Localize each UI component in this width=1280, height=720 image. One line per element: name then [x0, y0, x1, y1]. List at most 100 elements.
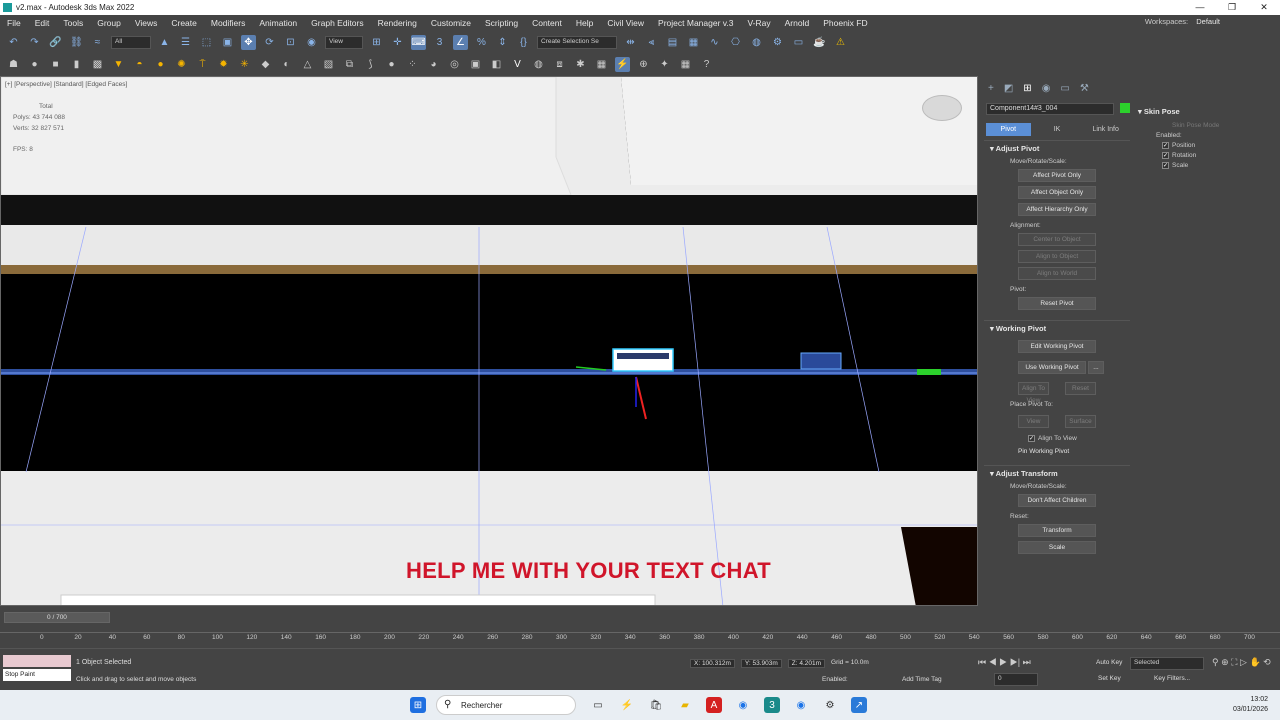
- center-to-object-button[interactable]: Center to Object: [1018, 233, 1096, 246]
- phoenix-icon[interactable]: ⚡: [615, 56, 630, 72]
- schematic-icon[interactable]: ⎔: [728, 35, 743, 50]
- ribbon-icon[interactable]: ▦: [686, 35, 701, 50]
- maximize-icon[interactable]: ❐: [1216, 0, 1248, 15]
- menu-item-modifiers[interactable]: Modifiers: [204, 18, 252, 28]
- menu-item-animation[interactable]: Animation: [252, 18, 304, 28]
- arnold-ipr-icon[interactable]: ⧈: [552, 57, 567, 72]
- select-object-icon[interactable]: ▲: [157, 35, 172, 50]
- key-set-dropdown[interactable]: Selected: [1130, 657, 1204, 670]
- selection-filter-dropdown[interactable]: All: [111, 35, 151, 49]
- taskbar-search[interactable]: Rechercher: [436, 695, 576, 715]
- spinner-snap-icon[interactable]: ⇕: [495, 35, 510, 50]
- redo-icon[interactable]: ↷: [27, 35, 42, 50]
- utilities-tab-icon[interactable]: ⚒: [1080, 83, 1089, 94]
- viewport-label[interactable]: [+] [Perspective] [Standard] [Edged Face…: [5, 81, 127, 88]
- cylinder-icon[interactable]: ▮: [69, 57, 84, 72]
- menu-item-phoenix-fd[interactable]: Phoenix FD: [816, 18, 874, 28]
- modify-tab-icon[interactable]: ◩: [1004, 83, 1013, 94]
- edit-working-pivot-button[interactable]: Edit Working Pivot: [1018, 340, 1096, 353]
- curve-editor-icon[interactable]: ∿: [707, 35, 722, 50]
- perspective-viewport[interactable]: [+] [Perspective] [Standard] [Edged Face…: [0, 76, 978, 606]
- dome-light-icon[interactable]: ◓: [132, 57, 147, 72]
- task-view-icon[interactable]: ▭: [590, 697, 606, 713]
- display-tab-icon[interactable]: ▭: [1060, 83, 1069, 94]
- goto-start-icon[interactable]: ⏮: [978, 657, 986, 667]
- add-time-tag-button[interactable]: Add Time Tag: [902, 676, 942, 683]
- system-clock[interactable]: 13:02 03/01/2026: [1233, 695, 1268, 715]
- sun-icon[interactable]: ●: [153, 57, 168, 72]
- menu-item-content[interactable]: Content: [525, 18, 569, 28]
- 3dsmax-taskbar-icon[interactable]: 3: [764, 697, 780, 713]
- prev-frame-icon[interactable]: ◀: [989, 657, 997, 667]
- track-bar[interactable]: 0 20 40 60 80 100 120 140 160 180 200 220 240 260 280 3…: [0, 632, 1280, 648]
- vray-proxy-icon[interactable]: △: [300, 57, 315, 72]
- affect-object-only-button[interactable]: Affect Object Only: [1018, 186, 1096, 199]
- workspace-selector[interactable]: Workspaces: Default: [1145, 17, 1220, 26]
- workspace-value[interactable]: Default: [1196, 17, 1220, 26]
- ref-coord-dropdown[interactable]: View: [325, 35, 363, 49]
- arnold-mtl-icon[interactable]: ▦: [594, 57, 609, 72]
- edit-named-sets-icon[interactable]: {}: [516, 35, 531, 50]
- menu-item-customize[interactable]: Customize: [424, 18, 478, 28]
- vray-mtl-icon[interactable]: ◆: [258, 57, 273, 72]
- vray-clipper-icon[interactable]: ⟆: [363, 57, 378, 72]
- app-icon-2[interactable]: ↗: [851, 697, 867, 713]
- chrome-icon[interactable]: ◉: [735, 697, 751, 713]
- zoom-extents-icon[interactable]: ⛶: [1231, 657, 1237, 667]
- menu-item-help[interactable]: Help: [569, 18, 600, 28]
- orbit-icon[interactable]: ⟲: [1263, 657, 1271, 667]
- object-name-field[interactable]: Component14#3_004: [986, 103, 1114, 115]
- minimize-icon[interactable]: —: [1184, 0, 1216, 15]
- hierarchy-tab-icon[interactable]: ⊞: [1023, 83, 1031, 94]
- menu-item-group[interactable]: Group: [90, 18, 128, 28]
- fov-icon[interactable]: ▷: [1240, 657, 1247, 667]
- goto-end-icon[interactable]: ⏭: [1023, 657, 1031, 667]
- skin-pose-mode-button[interactable]: Skin Pose Mode: [1172, 122, 1272, 129]
- create-tab-icon[interactable]: +: [988, 83, 994, 94]
- ies-light-icon[interactable]: ✹: [216, 57, 231, 72]
- zoom-all-icon[interactable]: ⊕: [1221, 657, 1229, 667]
- phoenix-grid-icon[interactable]: ▦: [678, 57, 693, 72]
- align-to-world-button[interactable]: Align to World: [1018, 267, 1096, 280]
- mirror-icon[interactable]: ⇹: [623, 35, 638, 50]
- file-explorer-icon[interactable]: ▰: [677, 697, 693, 713]
- select-manipulate-icon[interactable]: ✛: [390, 35, 405, 50]
- key-filters-button[interactable]: Key Filters...: [1154, 675, 1190, 682]
- bind-spacewarp-icon[interactable]: ≈: [90, 35, 105, 50]
- app-icon-1[interactable]: ⚡: [619, 697, 635, 713]
- arnold-render-icon[interactable]: ◍: [531, 57, 546, 72]
- vray-sphere-icon[interactable]: ●: [384, 57, 399, 72]
- named-selection-dropdown[interactable]: Create Selection Se: [537, 35, 617, 49]
- close-icon[interactable]: ✕: [1248, 0, 1280, 15]
- menu-item-arnold[interactable]: Arnold: [778, 18, 817, 28]
- play-icon[interactable]: ▶: [999, 657, 1007, 667]
- reset-transform-button[interactable]: Transform: [1018, 524, 1096, 538]
- move-icon[interactable]: ✥: [241, 34, 256, 50]
- rendered-frame-icon[interactable]: ▭: [791, 35, 806, 50]
- menu-item-file[interactable]: File: [0, 18, 28, 28]
- settings-icon[interactable]: ⚙: [822, 697, 838, 713]
- render-setup-icon[interactable]: ⚙: [770, 35, 785, 50]
- menu-item-project-manager-v-3[interactable]: Project Manager v.3: [651, 18, 740, 28]
- phoenix-sim-icon[interactable]: ⊕: [636, 57, 651, 72]
- sphere-icon[interactable]: ●: [27, 57, 42, 72]
- menu-item-tools[interactable]: Tools: [56, 18, 90, 28]
- render-icon[interactable]: ☕: [812, 35, 827, 50]
- object-color-swatch[interactable]: [1120, 102, 1130, 113]
- menu-item-graph-editors[interactable]: Graph Editors: [304, 18, 370, 28]
- dont-affect-children-button[interactable]: Don't Affect Children: [1018, 494, 1096, 508]
- menu-item-create[interactable]: Create: [164, 18, 204, 28]
- unlink-icon[interactable]: ⛓: [69, 35, 84, 50]
- skin-pose-header[interactable]: ▾ Skin Pose: [1132, 104, 1280, 119]
- auto-key-button[interactable]: Auto Key: [1096, 659, 1122, 666]
- position-checkbox[interactable]: ✓ Position: [1162, 142, 1272, 149]
- time-slider[interactable]: 0 / 700: [4, 612, 110, 623]
- phoenix-help-icon[interactable]: ?: [699, 57, 714, 72]
- working-pivot-options-button[interactable]: ...: [1088, 361, 1104, 374]
- window-crossing-icon[interactable]: ▣: [220, 35, 235, 50]
- place-surface-button[interactable]: Surface: [1065, 415, 1096, 428]
- scene-icon[interactable]: ▩: [90, 57, 105, 72]
- adjust-transform-header[interactable]: ▾ Adjust Transform: [984, 465, 1130, 481]
- vray-swatch-icon[interactable]: ◧: [489, 57, 504, 72]
- windows-start-icon[interactable]: ⊞: [410, 697, 426, 713]
